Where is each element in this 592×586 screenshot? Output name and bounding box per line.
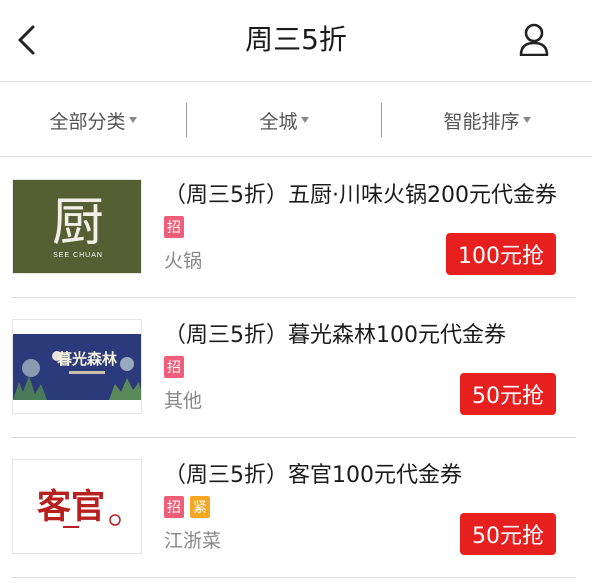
restaurant-logo: 厨 SEE CHUAN	[12, 179, 142, 274]
caret-down-icon	[128, 117, 137, 123]
filter-area-dropdown[interactable]: 全城	[187, 83, 381, 157]
recruit-badge: 招	[164, 216, 184, 238]
back-button[interactable]	[10, 22, 42, 58]
chevron-left-icon	[18, 25, 35, 55]
restaurant-logo: 客官	[12, 459, 142, 554]
svg-text:客官: 客官	[37, 487, 105, 527]
caret-down-icon	[300, 117, 309, 123]
filter-sort-label: 智能排序	[443, 110, 520, 133]
deal-title: （周三5折）暮光森林100元代金券	[164, 323, 506, 348]
deal-list-item[interactable]: 客官 （周三5折）客官100元代金券 招 紧 江浙菜 50元抢	[12, 438, 576, 578]
deal-category: 江浙菜	[164, 530, 222, 552]
filter-bar: 全部分类 全城 智能排序	[0, 83, 592, 157]
deal-title: （周三5折）五厨·川味火锅200元代金券	[164, 183, 557, 208]
page-title: 周三5折	[245, 23, 347, 56]
deal-tags: 招	[164, 356, 190, 378]
deal-tags: 招	[164, 216, 190, 238]
svg-text:厨: 厨	[52, 193, 104, 253]
filter-category-dropdown[interactable]: 全部分类	[0, 83, 186, 157]
user-profile-button[interactable]	[516, 20, 552, 58]
restaurant-logo: 暮光森林	[12, 319, 142, 414]
buy-button[interactable]: 50元抢	[460, 513, 556, 555]
deal-title: （周三5折）客官100元代金券	[164, 463, 462, 488]
urgent-badge: 紧	[190, 496, 210, 518]
deal-list-item[interactable]: 厨 SEE CHUAN （周三5折）五厨·川味火锅200元代金券 招 火锅 10…	[12, 158, 576, 298]
top-nav-bar: 周三5折	[0, 0, 592, 82]
deal-tags: 招 紧	[164, 496, 216, 518]
recruit-badge: 招	[164, 356, 184, 378]
deal-category: 其他	[164, 390, 203, 412]
caret-down-icon	[522, 117, 531, 123]
deal-category: 火锅	[164, 250, 203, 272]
filter-area-label: 全城	[259, 110, 298, 133]
user-icon	[519, 23, 549, 56]
recruit-badge: 招	[164, 496, 184, 518]
svg-text:SEE CHUAN: SEE CHUAN	[53, 252, 103, 259]
svg-text:暮光森林: 暮光森林	[56, 350, 118, 368]
deal-list-item[interactable]: 暮光森林 （周三5折）暮光森林100元代金券 招 其他 50元抢	[12, 298, 576, 438]
filter-sort-dropdown[interactable]: 智能排序	[382, 83, 592, 157]
buy-button[interactable]: 100元抢	[446, 233, 556, 275]
buy-button[interactable]: 50元抢	[460, 373, 556, 415]
filter-category-label: 全部分类	[49, 110, 126, 133]
